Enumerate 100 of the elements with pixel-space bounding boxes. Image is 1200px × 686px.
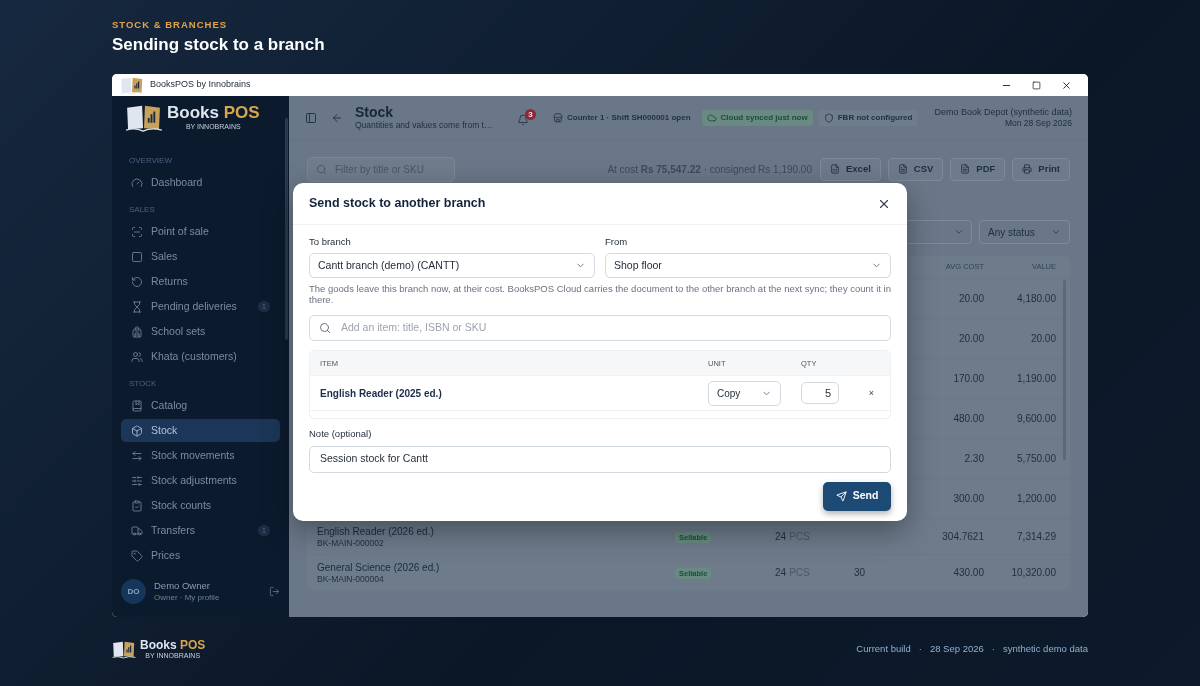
- avg-cost-cell: 480.00: [953, 413, 984, 424]
- sidebar-item[interactable]: Sales: [121, 245, 280, 269]
- separator-dot: ·: [991, 641, 995, 656]
- sidebar-item[interactable]: School sets: [121, 320, 280, 344]
- value-cell: 1,190.00: [1017, 373, 1056, 384]
- logo-name: Books: [167, 103, 219, 123]
- item-sku: BK-MAIN-000004: [317, 573, 385, 584]
- sidebar-item[interactable]: Khata (customers): [121, 345, 280, 369]
- field-label: Note (optional): [309, 427, 373, 442]
- unit-select[interactable]: Copy: [708, 380, 781, 406]
- dialog-title: Send stock to another branch: [309, 195, 486, 213]
- page-subtitle: Quantities and values come from t…: [355, 120, 494, 131]
- avg-cost-cell: 2.30: [964, 453, 984, 464]
- status-label: Cloud synced just now: [720, 111, 808, 124]
- arrows-icon: [131, 449, 143, 462]
- export-button[interactable]: PDF: [950, 157, 1006, 181]
- quantity: 24: [775, 566, 787, 580]
- remove-button[interactable]: ×: [868, 386, 874, 400]
- sidebar-item[interactable]: Returns: [121, 270, 280, 294]
- item-name: English Reader (2025 ed.): [320, 386, 443, 401]
- notifications-button[interactable]: 3: [517, 109, 536, 126]
- chevron-icon: [954, 227, 964, 237]
- user-role[interactable]: Owner · My profile: [154, 592, 261, 604]
- branch-select[interactable]: Cantt branch (demo) (CANTT): [309, 253, 595, 279]
- section-heading: OVERVIEW: [128, 155, 173, 168]
- clipboard-icon: [131, 499, 143, 512]
- field-label: From: [605, 235, 629, 249]
- footer-text: synthetic demo data: [1002, 641, 1088, 656]
- export-button[interactable]: Excel: [820, 157, 881, 181]
- quantity-input[interactable]: 5: [801, 382, 839, 405]
- org-name: Demo Book Depot (synthetic data): [934, 106, 1072, 118]
- export-button[interactable]: CSV: [887, 157, 944, 181]
- section-heading: SALES: [128, 204, 156, 217]
- search-icon: [316, 163, 327, 175]
- current-date: Mon 28 Sep 2026: [1004, 118, 1072, 129]
- bell-icon: [517, 114, 529, 126]
- search-icon: [319, 322, 331, 335]
- sidebar-item[interactable]: Stock movements: [121, 444, 280, 468]
- item-title[interactable]: General Science (2026 ed.): [317, 561, 675, 574]
- maximize-icon[interactable]: [1032, 80, 1041, 90]
- send-icon: [835, 490, 847, 502]
- box-icon: [131, 424, 143, 437]
- field-label: To branch: [309, 235, 352, 249]
- value-cell: 4,180.00: [1017, 293, 1056, 304]
- quantity: 24: [775, 530, 787, 544]
- page-heading: Sending stock to a branch: [112, 34, 326, 56]
- books-logo-icon: [112, 639, 136, 659]
- value-cell: 9,600.00: [1017, 413, 1056, 424]
- logout-icon[interactable]: [269, 586, 280, 598]
- document-icon: [897, 164, 908, 174]
- item-sku: BK-MAIN-000002: [317, 537, 385, 548]
- separator-dot: ·: [918, 641, 922, 656]
- value-cell: 20.00: [1030, 333, 1056, 344]
- book-icon: [131, 399, 143, 412]
- hourglass-icon: [131, 300, 143, 313]
- printer-icon: [1022, 164, 1033, 174]
- avg-cost-cell: 430.00: [953, 567, 984, 578]
- sidebar-item[interactable]: Stock adjustments: [121, 469, 280, 493]
- value-cell: 1,200.00: [1017, 493, 1056, 504]
- rotate-icon: [131, 275, 143, 288]
- books-logo-icon: [120, 75, 144, 95]
- document-icon: [960, 164, 971, 174]
- close-icon[interactable]: [1061, 79, 1072, 91]
- sidebar-item[interactable]: Catalog: [121, 394, 280, 418]
- sidebar-item[interactable]: Dashboard: [121, 171, 280, 195]
- avg-cost-cell: 300.00: [953, 493, 984, 504]
- avg-cost-cell: 304.7621: [942, 531, 984, 542]
- section-heading: STOCK: [128, 378, 158, 391]
- store-icon: [553, 112, 563, 123]
- sidebar-item[interactable]: Point of sale: [121, 220, 280, 244]
- status-dropdown[interactable]: Any status: [979, 220, 1070, 244]
- sidebar-toggle-icon[interactable]: [305, 111, 317, 124]
- avg-cost-cell: 170.00: [953, 373, 984, 384]
- item-title[interactable]: English Reader (2026 ed.): [317, 525, 675, 538]
- note-input[interactable]: Session stock for Cantt: [309, 445, 891, 473]
- item-search-field[interactable]: Add an item: title, ISBN or SKU: [309, 315, 891, 342]
- sidebar-item[interactable]: Prices: [121, 544, 280, 568]
- status-label: FBR not configured: [837, 111, 913, 124]
- cloud-icon: [706, 112, 717, 123]
- backpack-icon: [131, 325, 143, 338]
- export-button[interactable]: Print: [1012, 157, 1070, 181]
- window-title: BooksPOS by Innobrains: [150, 78, 251, 92]
- send-button[interactable]: Send: [823, 481, 891, 511]
- avg-cost-cell: 20.00: [958, 293, 984, 304]
- scrollbar[interactable]: [285, 118, 288, 340]
- avg-cost-cell: 20.00: [958, 333, 984, 344]
- sidebar-item[interactable]: Stock counts: [121, 494, 280, 518]
- sidebar-item[interactable]: Stock: [121, 419, 280, 443]
- notification-badge: 3: [525, 109, 536, 120]
- truck-icon: [131, 524, 143, 537]
- logo-name: Books: [140, 638, 177, 652]
- user-avatar[interactable]: DO: [121, 579, 146, 605]
- source-select[interactable]: Shop floor: [605, 253, 891, 279]
- sliders-icon: [131, 474, 143, 487]
- back-icon[interactable]: [331, 111, 343, 124]
- people-icon: [131, 350, 143, 363]
- help-text: The goods leave this branch now, at their cost. BooksPOS Cloud carries the document to the other branch at the next sync; they count it in there.: [309, 283, 891, 306]
- value-cell: 7,314.29: [1017, 531, 1056, 542]
- gauge-icon: [131, 176, 143, 189]
- tag-icon: [131, 549, 143, 562]
